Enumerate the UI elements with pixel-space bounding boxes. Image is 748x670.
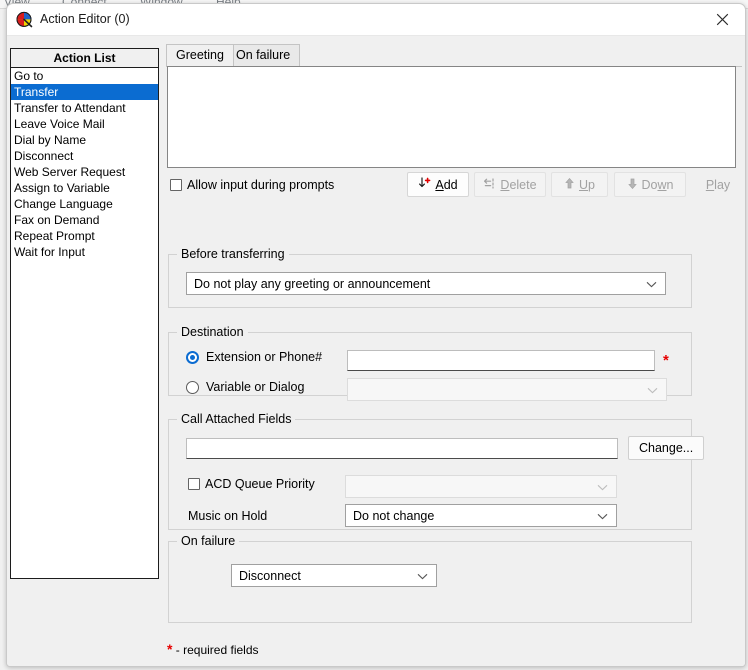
arrow-up-icon — [564, 177, 575, 193]
action-list-header: Action List — [11, 49, 158, 68]
up-accel: U — [579, 177, 589, 192]
required-fields-note: * - required fields — [167, 641, 259, 657]
down-accel: w — [657, 177, 667, 192]
action-list-item-repeat-prompt[interactable]: Repeat Prompt — [11, 228, 158, 244]
action-list-item-dial-by-name[interactable]: Dial by Name — [11, 132, 158, 148]
play-button[interactable]: Play — [692, 172, 744, 197]
required-asterisk-destination: * — [663, 352, 669, 369]
radio-variable-label: Variable or Dialog — [206, 380, 305, 394]
delete-accel: D — [500, 177, 510, 192]
change-button[interactable]: Change... — [628, 436, 705, 460]
acd-queue-priority-combo[interactable] — [345, 475, 617, 498]
down-label: Down — [641, 177, 674, 192]
before-transferring-group: Before transferring Do not play any gree… — [168, 247, 692, 308]
extension-or-phone-input[interactable] — [347, 350, 655, 371]
radio-extension-label: Extension or Phone# — [206, 350, 323, 364]
screen: View Connect Window Help Action Editor (… — [0, 0, 748, 670]
allow-input-during-prompts-checkbox[interactable]: Allow input during prompts — [170, 178, 334, 192]
delete-button[interactable]: Delete — [474, 172, 546, 197]
action-list-item-assign-to-variable[interactable]: Assign to Variable — [11, 180, 158, 196]
play-label: Play — [705, 177, 731, 192]
call-attached-fields-group: Call Attached Fields Change... ACD Queue… — [168, 412, 705, 530]
up-button[interactable]: Up — [551, 172, 608, 197]
allow-input-label: Allow input during prompts — [187, 178, 335, 192]
tab-on-failure[interactable]: On failure — [226, 44, 301, 66]
action-list-item-transfer-to-attendant[interactable]: Transfer to Attendant — [11, 100, 158, 116]
close-icon[interactable] — [700, 4, 745, 34]
title-bar: Action Editor (0) — [7, 4, 745, 36]
required-fields-text: - required fields — [175, 643, 259, 657]
action-list-item-wait-for-input[interactable]: Wait for Input — [11, 244, 158, 260]
destination-group: Destination Extension or Phone# * Variab… — [168, 325, 692, 401]
acd-queue-priority-label: ACD Queue Priority — [205, 477, 315, 491]
music-on-hold-label: Music on Hold — [188, 509, 268, 523]
chevron-down-icon — [597, 509, 608, 523]
chevron-down-icon — [647, 383, 658, 397]
chevron-down-icon — [597, 480, 608, 494]
add-arrow-plus-icon — [418, 176, 431, 193]
music-on-hold-combo[interactable]: Do not change — [345, 504, 617, 527]
tab-greeting[interactable]: Greeting — [166, 44, 234, 66]
play-accel: P — [705, 177, 715, 192]
call-attached-fields-title: Call Attached Fields — [177, 412, 296, 426]
destination-title: Destination — [177, 325, 248, 339]
add-button[interactable]: Add — [407, 172, 469, 197]
action-list-item-web-server-request[interactable]: Web Server Request — [11, 164, 158, 180]
on-failure-value: Disconnect — [239, 568, 301, 583]
delete-label: Delete — [500, 177, 537, 192]
required-asterisk-legend: * — [167, 641, 173, 657]
action-list-item-leave-voice-mail[interactable]: Leave Voice Mail — [11, 116, 158, 132]
before-transferring-title: Before transferring — [177, 247, 289, 261]
music-on-hold-value: Do not change — [353, 508, 435, 523]
on-failure-group: On failure Disconnect — [168, 534, 692, 623]
chevron-down-icon — [646, 277, 657, 291]
on-failure-title: On failure — [177, 534, 240, 548]
arrow-down-icon — [627, 177, 638, 193]
action-list-item-go-to[interactable]: Go to — [11, 68, 158, 84]
action-list-item-transfer[interactable]: Transfer — [11, 84, 158, 100]
action-list[interactable]: Action List Go to Transfer Transfer to A… — [10, 48, 159, 579]
window-title: Action Editor (0) — [40, 12, 130, 26]
before-transferring-combo[interactable]: Do not play any greeting or announcement — [186, 272, 666, 295]
radio-extension-or-phone[interactable]: Extension or Phone# — [186, 350, 322, 364]
chevron-down-icon — [417, 569, 428, 583]
radio-indicator-variable — [186, 380, 199, 394]
call-attached-fields-input[interactable] — [186, 438, 618, 459]
radio-indicator-extension — [186, 350, 199, 364]
on-failure-combo[interactable]: Disconnect — [231, 564, 437, 587]
action-list-item-disconnect[interactable]: Disconnect — [11, 148, 158, 164]
delete-arrow-icon — [483, 177, 496, 193]
variable-or-dialog-combo[interactable] — [347, 378, 667, 401]
checkbox-box — [188, 478, 200, 490]
action-list-item-change-language[interactable]: Change Language — [11, 196, 158, 212]
down-button[interactable]: Down — [614, 172, 686, 197]
add-accel: A — [435, 177, 444, 192]
greeting-toolbar: Allow input during prompts Add Delete Up… — [164, 172, 744, 200]
right-pane: Greeting On failure Allow input during p… — [164, 44, 744, 623]
action-list-item-fax-on-demand[interactable]: Fax on Demand — [11, 212, 158, 228]
add-label: Add — [435, 177, 458, 192]
checkbox-box — [170, 179, 182, 191]
action-editor-window: Action Editor (0) Action List Go to Tran… — [6, 3, 746, 667]
before-transferring-value: Do not play any greeting or announcement — [194, 276, 431, 291]
greeting-list[interactable] — [167, 66, 736, 168]
dialog-body: Action List Go to Transfer Transfer to A… — [7, 36, 745, 666]
acd-queue-priority-checkbox[interactable]: ACD Queue Priority — [188, 477, 315, 491]
up-label: Up — [579, 177, 595, 192]
app-globe-icon — [16, 11, 33, 28]
tab-strip: Greeting On failure — [166, 44, 742, 67]
radio-variable-or-dialog[interactable]: Variable or Dialog — [186, 380, 304, 394]
